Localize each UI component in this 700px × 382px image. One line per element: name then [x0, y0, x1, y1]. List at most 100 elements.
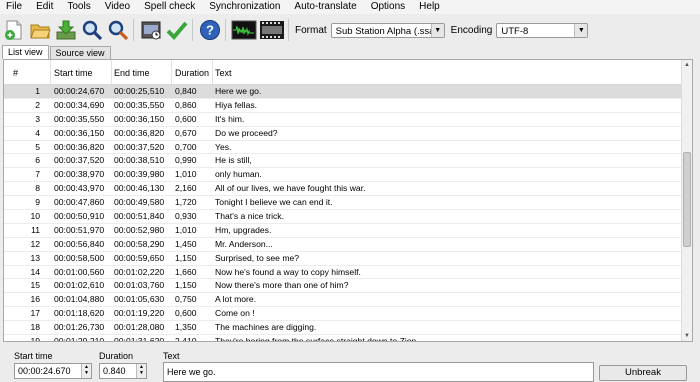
row-duration: 0,930	[175, 211, 197, 222]
waveform-button[interactable]	[231, 18, 257, 42]
row-text: Yes.	[215, 141, 232, 152]
unbreak-button[interactable]: Unbreak	[599, 365, 687, 381]
row-end-time: 00:00:25,510	[114, 86, 165, 96]
table-row[interactable]: 9 00:00:47,860 00:00:49,580 1,720 Tonight I …	[4, 196, 682, 211]
row-text: Surprised, to see me?	[215, 252, 300, 263]
row-start-time: 00:00:36,150	[54, 127, 105, 138]
start-time-value: 00:00:24.670	[18, 366, 71, 376]
menu-video[interactable]: Video	[98, 0, 137, 14]
subtitle-rows: 1 00:00:24,670 00:00:25,510 0,840 Here we go…	[4, 85, 682, 342]
toolbar-separator	[288, 19, 289, 41]
row-text: That's a nice trick.	[215, 211, 284, 222]
column-header-number[interactable]: #	[13, 68, 45, 78]
vertical-scrollbar[interactable]: ▲ ▼	[681, 60, 692, 341]
chevron-down-icon: ▼	[574, 23, 588, 37]
scrollbar-thumb[interactable]	[683, 152, 691, 247]
video-button[interactable]	[259, 18, 285, 42]
row-number: 5	[35, 141, 40, 152]
menu-spell-check[interactable]: Spell check	[137, 0, 202, 14]
format-select[interactable]: Sub Station Alpha (.ssa) ▼	[330, 22, 445, 38]
column-header-duration[interactable]: Duration	[175, 68, 215, 78]
row-duration: 0,670	[175, 127, 197, 138]
menu-synchronization[interactable]: Synchronization	[202, 0, 287, 14]
table-row[interactable]: 19 00:01:29,210 00:01:31,620 2,410 They're b…	[4, 335, 682, 342]
column-header-text[interactable]: Text	[215, 68, 675, 78]
row-duration: 2,160	[175, 183, 197, 194]
find-button[interactable]	[80, 18, 104, 42]
visual-sync-icon	[141, 21, 161, 40]
row-start-time: 00:01:29,210	[54, 336, 105, 342]
menu-file[interactable]: File	[0, 0, 29, 14]
scroll-down-icon[interactable]: ▼	[682, 331, 692, 341]
row-end-time: 00:00:49,580	[114, 197, 165, 208]
duration-field[interactable]: 0.840 ▲ ▼	[99, 363, 147, 379]
row-duration: 0,600	[175, 308, 197, 319]
row-duration: 0,860	[175, 99, 197, 110]
table-row[interactable]: 17 00:01:18,620 00:01:19,220 0,600 Come on !	[4, 307, 682, 322]
table-row[interactable]: 14 00:01:00,560 00:01:02,220 1,660 Now he's …	[4, 266, 682, 280]
encoding-select[interactable]: UTF-8 ▼	[496, 22, 589, 38]
row-duration: 1,150	[175, 280, 197, 291]
row-duration: 0,750	[175, 294, 197, 305]
tab-source-view[interactable]: Source view	[49, 46, 111, 59]
table-row[interactable]: 4 00:00:36,150 00:00:36,820 0,670 Do we proc…	[4, 127, 682, 141]
column-divider	[212, 60, 213, 84]
column-header-start-time[interactable]: Start time	[54, 68, 114, 78]
subtitle-list: # Start time End time Duration Text 1 00:…	[3, 59, 693, 342]
table-row[interactable]: 7 00:00:38,970 00:00:39,980 1,010 only human…	[4, 168, 682, 183]
menu-options[interactable]: Options	[364, 0, 412, 14]
open-button[interactable]	[28, 18, 52, 42]
start-time-field[interactable]: 00:00:24.670 ▲ ▼	[14, 363, 92, 379]
table-row[interactable]: 16 00:01:04,880 00:01:05,630 0,750 A lot mor…	[4, 293, 682, 308]
row-start-time: 00:00:38,970	[54, 169, 105, 180]
row-text: Hm, upgrades.	[215, 224, 272, 235]
row-end-time: 00:00:37,520	[114, 141, 165, 152]
column-header-end-time[interactable]: End time	[114, 68, 174, 78]
column-divider	[50, 60, 51, 84]
row-start-time: 00:00:36,820	[54, 141, 105, 152]
table-row[interactable]: 12 00:00:56,840 00:00:58,290 1,450 Mr. Ander…	[4, 238, 682, 252]
subtitle-text-field[interactable]: Here we go.	[163, 362, 594, 382]
menu-edit[interactable]: Edit	[29, 0, 60, 14]
table-row[interactable]: 1 00:00:24,670 00:00:25,510 0,840 Here we go…	[4, 85, 682, 99]
spell-check-button[interactable]	[165, 18, 189, 42]
duration-spinner[interactable]: ▲ ▼	[136, 364, 146, 378]
row-start-time: 00:00:35,550	[54, 113, 105, 124]
scroll-up-icon[interactable]: ▲	[682, 60, 692, 70]
row-text: The machines are digging.	[215, 322, 317, 333]
table-row[interactable]: 5 00:00:36,820 00:00:37,520 0,700 Yes.	[4, 141, 682, 155]
row-start-time: 00:01:18,620	[54, 308, 105, 319]
row-start-time: 00:01:02,610	[54, 280, 105, 291]
save-button[interactable]	[54, 18, 78, 42]
table-row[interactable]: 13 00:00:58,500 00:00:59,650 1,150 Surprised…	[4, 252, 682, 266]
tab-list-view[interactable]: List view	[2, 45, 49, 59]
row-end-time: 00:01:31,620	[114, 336, 165, 342]
new-file-button[interactable]	[2, 18, 26, 42]
help-button[interactable]: ?	[198, 18, 222, 42]
menu-help[interactable]: Help	[412, 0, 447, 14]
start-time-spinner[interactable]: ▲ ▼	[81, 364, 91, 378]
replace-button[interactable]	[106, 18, 130, 42]
row-end-time: 00:00:39,980	[114, 169, 165, 180]
row-number: 18	[30, 322, 40, 333]
row-text: They're boring from the surface straight…	[215, 336, 419, 342]
table-row[interactable]: 2 00:00:34,690 00:00:35,550 0,860 Hiya fella…	[4, 99, 682, 113]
table-row[interactable]: 3 00:00:35,550 00:00:36,150 0,600 It's him.	[4, 113, 682, 127]
table-row[interactable]: 8 00:00:43,970 00:00:46,130 2,160 All of our…	[4, 182, 682, 197]
row-duration: 1,720	[175, 197, 197, 208]
table-row[interactable]: 10 00:00:50,910 00:00:51,840 0,930 That's a …	[4, 210, 682, 224]
menu-auto-translate[interactable]: Auto-translate	[287, 0, 363, 14]
row-duration: 0,840	[175, 86, 197, 96]
menu-tools[interactable]: Tools	[60, 0, 97, 14]
row-text: It's him.	[215, 113, 245, 124]
row-duration: 1,010	[175, 224, 197, 235]
table-row[interactable]: 6 00:00:37,520 00:00:38,510 0,990 He is stil…	[4, 154, 682, 169]
row-text: Hiya fellas.	[215, 99, 258, 110]
table-row[interactable]: 11 00:00:51,970 00:00:52,980 1,010 Hm, upgra…	[4, 224, 682, 238]
encoding-label: Encoding	[450, 24, 493, 36]
visual-sync-button[interactable]	[139, 18, 163, 42]
subtitle-text-value: Here we go.	[167, 367, 216, 377]
table-row[interactable]: 18 00:01:26,730 00:01:28,080 1,350 The machi…	[4, 321, 682, 336]
table-row[interactable]: 15 00:01:02,610 00:01:03,760 1,150 Now there…	[4, 279, 682, 294]
view-tabs: List view Source view	[2, 45, 112, 59]
